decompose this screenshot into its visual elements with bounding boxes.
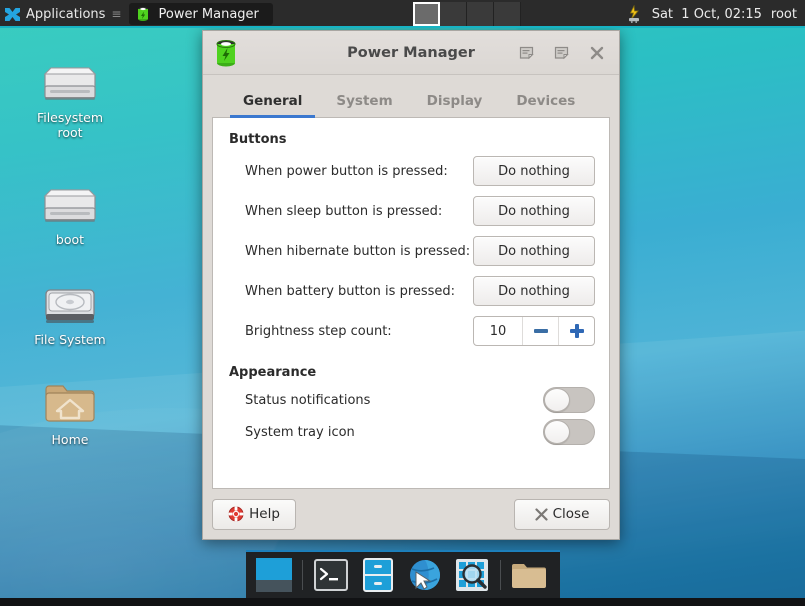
system-tray-icon-toggle[interactable] [543, 419, 595, 445]
close-button[interactable]: Close [514, 498, 610, 530]
system-tray[interactable]: Sat 1 Oct, 02:15 root [624, 0, 805, 28]
xfce-mouse-icon [5, 7, 20, 21]
battery-icon [216, 39, 236, 66]
dock-item-web-browser[interactable] [404, 555, 446, 595]
taskbar-button-label: Power Manager [158, 6, 259, 22]
maximize-button[interactable] [553, 44, 570, 61]
drive-icon [10, 178, 130, 226]
brightness-step-count-label: Brightness step count: [245, 323, 392, 339]
drive-icon [10, 56, 130, 104]
sleep-button-label: When sleep button is pressed: [245, 203, 443, 219]
plus-icon [569, 324, 584, 338]
toggle-knob [544, 420, 570, 444]
minimize-icon [519, 46, 534, 60]
taskbar-button-power-manager[interactable]: Power Manager [129, 3, 273, 25]
workspace-1[interactable] [412, 2, 440, 26]
dialog-footer: Help Close [203, 489, 619, 539]
row-system-tray-icon: System tray icon [227, 416, 595, 448]
power-manager-tray-icon[interactable] [625, 5, 643, 23]
brightness-decrement-button[interactable] [522, 317, 558, 345]
row-battery-button-action: When battery button is pressed: Do nothi… [227, 271, 595, 311]
dock-item-terminal[interactable] [310, 555, 352, 595]
close-window-button[interactable] [588, 44, 605, 61]
desktop-icon-label: Home [51, 432, 89, 447]
desktop-icon-boot[interactable]: boot [10, 178, 130, 247]
desktop-icon-filesystem-root[interactable]: Filesystem root [10, 56, 130, 140]
appearance-section-title: Appearance [229, 365, 317, 380]
show-desktop-icon [256, 558, 292, 592]
applications-menu-button[interactable]: Applications ≡ [0, 0, 127, 28]
help-button[interactable]: Help [212, 498, 296, 530]
menu-separator-icon: ≡ [111, 7, 121, 21]
application-finder-icon [456, 559, 488, 591]
harddisk-icon [10, 278, 130, 326]
workspace-3[interactable] [466, 2, 494, 26]
sleep-button-action-combobox[interactable]: Do nothing [473, 196, 595, 226]
row-hibernate-button-action: When hibernate button is pressed: Do not… [227, 231, 595, 271]
applications-menu-label: Applications [26, 6, 106, 22]
dock-item-application-finder[interactable] [451, 555, 493, 595]
tab-bar[interactable]: General System Display Devices [212, 84, 610, 118]
window-titlebar[interactable]: Power Manager [203, 31, 619, 75]
row-status-notifications: Status notifications [227, 384, 595, 416]
close-x-icon [535, 507, 548, 521]
minimize-button[interactable] [518, 44, 535, 61]
toggle-knob [544, 388, 570, 412]
brightness-step-count-value[interactable]: 10 [474, 317, 522, 345]
terminal-icon [314, 559, 348, 591]
clock[interactable]: Sat 1 Oct, 02:15 [652, 7, 762, 22]
folder-icon [512, 564, 546, 588]
power-button-label: When power button is pressed: [245, 163, 448, 179]
top-panel[interactable]: Applications ≡ Power Manager Sat 1 Oct, … [0, 0, 805, 28]
desktop-icon-label: File System [34, 332, 106, 347]
workspace-switcher[interactable] [412, 0, 521, 28]
tab-page-general: Buttons When power button is pressed: Do… [212, 118, 610, 489]
dock-panel[interactable] [246, 550, 560, 598]
battery-icon [138, 7, 149, 21]
row-brightness-step-count: Brightness step count: 10 [227, 311, 595, 351]
desktop-icon-home[interactable]: Home [10, 378, 130, 447]
dock-item-show-desktop[interactable] [253, 555, 295, 595]
panel-accent-line [0, 26, 805, 28]
desktop-icon-file-system[interactable]: File System [10, 278, 130, 347]
battery-button-label: When battery button is pressed: [245, 283, 456, 299]
dock-item-file-manager[interactable] [357, 555, 399, 595]
minus-icon [533, 329, 548, 333]
help-button-label: Help [249, 506, 280, 522]
workspace-2[interactable] [439, 2, 467, 26]
system-tray-icon-label: System tray icon [245, 424, 355, 440]
status-notifications-toggle[interactable] [543, 387, 595, 413]
close-button-label: Close [552, 506, 590, 522]
web-browser-icon [410, 560, 440, 590]
help-lifebuoy-icon [228, 506, 244, 522]
row-sleep-button-action: When sleep button is pressed: Do nothing [227, 191, 595, 231]
tab-devices[interactable]: Devices [499, 84, 592, 117]
status-notifications-label: Status notifications [245, 392, 371, 408]
power-manager-window[interactable]: Power Manager General System Display Dev… [202, 30, 620, 540]
dock-item-folder[interactable] [508, 555, 550, 595]
hibernate-button-label: When hibernate button is pressed: [245, 243, 471, 259]
desktop-icon-label: boot [55, 232, 85, 247]
desktop-icon-label: Filesystem root [36, 110, 104, 140]
row-power-button-action: When power button is pressed: Do nothing [227, 151, 595, 191]
power-button-action-combobox[interactable]: Do nothing [473, 156, 595, 186]
close-icon [590, 46, 603, 59]
brightness-increment-button[interactable] [558, 317, 594, 345]
file-cabinet-icon [363, 558, 393, 592]
username-label[interactable]: root [771, 7, 797, 22]
maximize-icon [554, 46, 569, 60]
dock-separator [500, 560, 501, 590]
dock-separator [302, 560, 303, 590]
hibernate-button-action-combobox[interactable]: Do nothing [473, 236, 595, 266]
battery-button-action-combobox[interactable]: Do nothing [473, 276, 595, 306]
tab-display[interactable]: Display [410, 84, 500, 117]
home-folder-icon [10, 378, 130, 426]
desktop-bottom-strip [0, 598, 805, 606]
buttons-section-title: Buttons [229, 132, 287, 147]
tab-general[interactable]: General [226, 84, 319, 118]
workspace-4[interactable] [493, 2, 521, 26]
tab-system[interactable]: System [319, 84, 409, 117]
brightness-step-count-stepper[interactable]: 10 [473, 316, 595, 346]
